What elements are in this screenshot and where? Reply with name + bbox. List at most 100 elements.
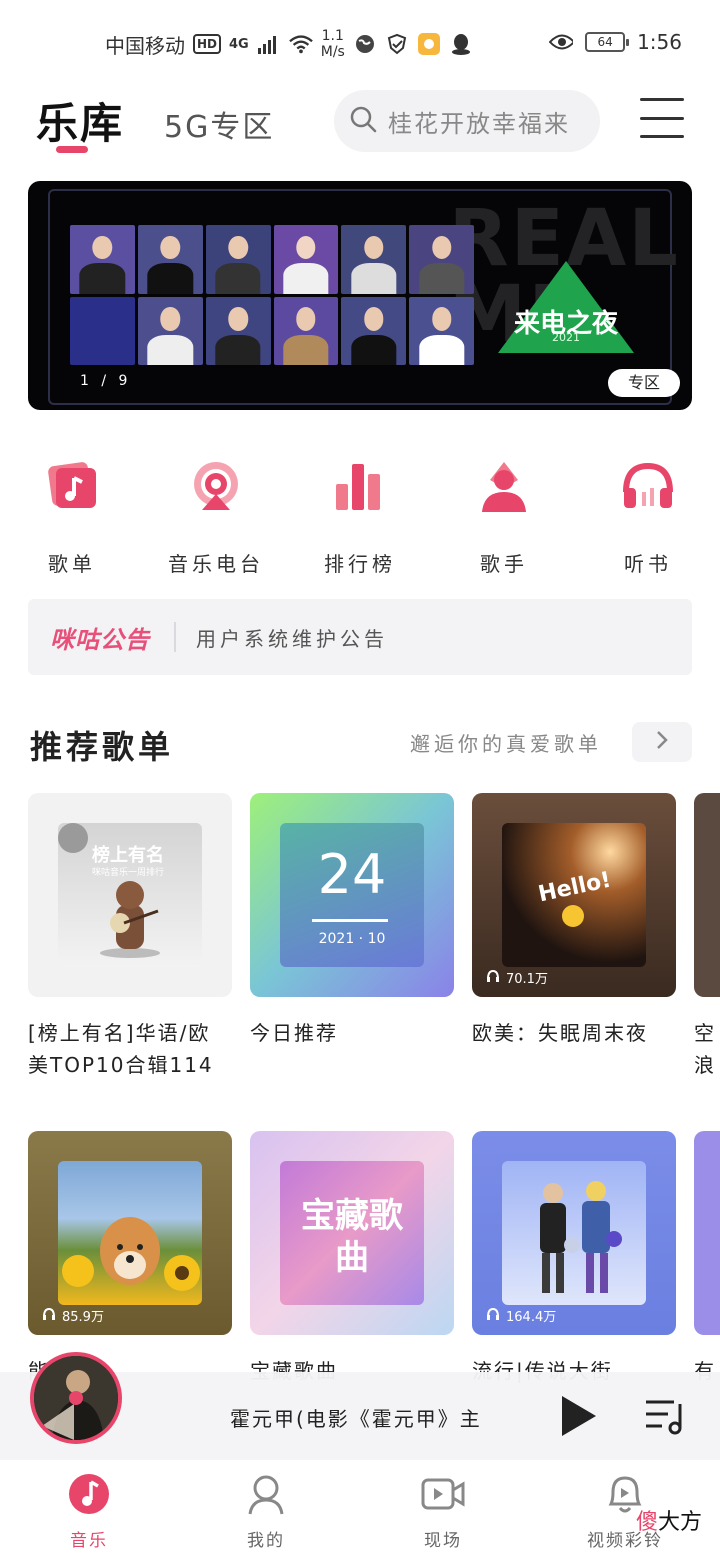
- menu-icon-line: [640, 135, 684, 138]
- category-radio[interactable]: 音乐电台: [156, 446, 276, 577]
- migu-logo: [58, 823, 88, 853]
- artist-photo: [137, 225, 203, 294]
- playlist-card[interactable]: 有: [694, 1131, 720, 1387]
- category-shortcuts: 歌单 音乐电台 排行榜 歌手 听书: [0, 446, 720, 576]
- promo-banner[interactable]: REAL ME 来电之夜 2021 1 / 9 专区: [28, 181, 692, 410]
- banner-zone-button[interactable]: 专区: [608, 369, 680, 397]
- shiba-sunflower-illustration: [62, 1217, 200, 1291]
- playlist-cover: 榜上有名 咪咕音乐一周排行: [28, 793, 232, 997]
- notice-divider: [174, 622, 176, 652]
- cover-date-month: 2021 · 10: [318, 931, 386, 947]
- bottom-navigation: 音乐 我的 现场 视频彩铃 傻大方: [0, 1460, 720, 1560]
- headphones-icon: [486, 969, 500, 987]
- play-count: 164.4万: [486, 1306, 556, 1325]
- disc-center: [69, 1391, 83, 1405]
- playlist-title: [榜上有名]华语/欧美TOP10合辑114: [28, 1021, 214, 1077]
- tab-5g-zone[interactable]: 5G专区: [164, 102, 274, 146]
- playlist-card[interactable]: 164.4万 流行|传说大街: [472, 1131, 676, 1387]
- chart-icon: [332, 458, 388, 514]
- nav-label: 我的: [247, 1531, 285, 1551]
- now-playing-title: 霍元甲(电影《霍元甲》主: [230, 1407, 482, 1431]
- album-disc[interactable]: [30, 1352, 122, 1444]
- cover-date-line: [312, 919, 388, 922]
- smiley-icon: [562, 905, 584, 927]
- notice-text: 用户系统维护公告: [196, 626, 388, 651]
- headphones-icon: [620, 458, 676, 514]
- nav-live[interactable]: 现场: [388, 1472, 498, 1551]
- shield-check-icon: [385, 32, 409, 56]
- category-label: 歌手: [480, 552, 528, 576]
- cover-art: [58, 1161, 202, 1305]
- playlist-card[interactable]: 宝藏歌曲 宝藏歌曲: [250, 1131, 454, 1387]
- search-input[interactable]: 桂花开放幸福来: [334, 90, 600, 152]
- wifi-icon: [288, 32, 313, 56]
- category-audiobooks[interactable]: 听书: [588, 446, 708, 577]
- artist-photo: [341, 296, 407, 365]
- hd-badge: HD: [193, 34, 222, 54]
- cover-hello-text: Hello!: [536, 867, 614, 908]
- app-notification-icon: [417, 32, 441, 56]
- playlist-cover: 164.4万: [472, 1131, 676, 1335]
- music-note-icon: [67, 1472, 111, 1516]
- menu-icon-line: [640, 98, 684, 101]
- artist-photo: [409, 225, 474, 294]
- network-type: 4G: [229, 36, 249, 52]
- playlist-card[interactable]: 空浪: [694, 793, 720, 1081]
- category-charts[interactable]: 排行榜: [300, 446, 420, 577]
- notice-brand-logo: 咪咕公告: [50, 625, 150, 654]
- basketball-players-illustration: [540, 1181, 622, 1293]
- playlist-queue-button[interactable]: [644, 1396, 688, 1436]
- playlist-card[interactable]: 榜上有名 咪咕音乐一周排行 [榜上有名]华语/欧美TOP10合辑114: [28, 793, 232, 1081]
- artist-photo: [273, 225, 339, 294]
- section-subtitle[interactable]: 邂逅你的真爱歌单: [410, 728, 602, 757]
- signal-icon: [257, 32, 281, 56]
- nav-label: 音乐: [70, 1531, 108, 1551]
- category-playlist[interactable]: 歌单: [12, 446, 132, 577]
- category-label: 歌单: [48, 552, 96, 576]
- active-tab-indicator: [56, 146, 88, 153]
- play-count-value: 164.4万: [506, 1310, 557, 1325]
- status-right: 64 1:56: [549, 30, 682, 54]
- playlist-icon: [44, 458, 100, 514]
- headphones-icon: [42, 1307, 56, 1325]
- playlist-card[interactable]: 85.9万 能…金…: [28, 1131, 232, 1387]
- cover-title: 宝藏歌曲: [301, 1196, 403, 1278]
- cover-date-number: 24: [317, 843, 387, 906]
- playlist-cover: 24 2021 · 10: [250, 793, 454, 997]
- playlist-cover: [694, 1131, 720, 1335]
- qq-icon: [449, 32, 473, 56]
- play-count-value: 70.1万: [506, 972, 548, 987]
- artist-photo: [70, 225, 135, 294]
- category-singers[interactable]: 歌手: [444, 446, 564, 577]
- play-count: 85.9万: [42, 1306, 104, 1325]
- nav-music[interactable]: 音乐: [34, 1472, 144, 1551]
- singer-icon: [476, 458, 532, 514]
- play-button[interactable]: [558, 1394, 598, 1438]
- nav-label: 现场: [424, 1531, 462, 1551]
- search-icon: [348, 104, 378, 138]
- playlist-card[interactable]: Hello! 70.1万 欧美：失眠周末夜: [472, 793, 676, 1049]
- speed-value: 1.1 M/s: [320, 28, 345, 60]
- section-more-button[interactable]: [632, 722, 692, 762]
- cover-art: Hello!: [502, 823, 646, 967]
- tab-music-library[interactable]: 乐库: [36, 90, 124, 151]
- status-left: 中国移动 HD 4G 1.1 M/s: [105, 28, 473, 60]
- globe-icon: [353, 32, 377, 56]
- nav-mine[interactable]: 我的: [211, 1472, 321, 1551]
- clock: 1:56: [637, 30, 682, 54]
- playlist-cover: Hello! 70.1万: [472, 793, 676, 997]
- playlist-card[interactable]: 24 2021 · 10 今日推荐: [250, 793, 454, 1049]
- announcement-bar[interactable]: 咪咕公告 用户系统维护公告: [28, 599, 692, 675]
- menu-button[interactable]: [640, 98, 684, 138]
- carrier-label: 中国移动: [105, 33, 185, 58]
- status-bar: 中国移动 HD 4G 1.1 M/s 64 1:56: [0, 0, 720, 84]
- watermark: 傻大方: [636, 1504, 702, 1536]
- playlist-title: 空浪: [694, 1021, 716, 1077]
- category-label: 音乐电台: [168, 552, 264, 576]
- top-header: 乐库 5G专区 桂花开放幸福来: [0, 84, 720, 164]
- watermark-text: 大方: [657, 1510, 702, 1535]
- video-camera-icon: [421, 1472, 465, 1516]
- artist-photo: [273, 296, 339, 365]
- playlist-title: 今日推荐: [250, 1021, 338, 1045]
- playlist-cover: [694, 793, 720, 997]
